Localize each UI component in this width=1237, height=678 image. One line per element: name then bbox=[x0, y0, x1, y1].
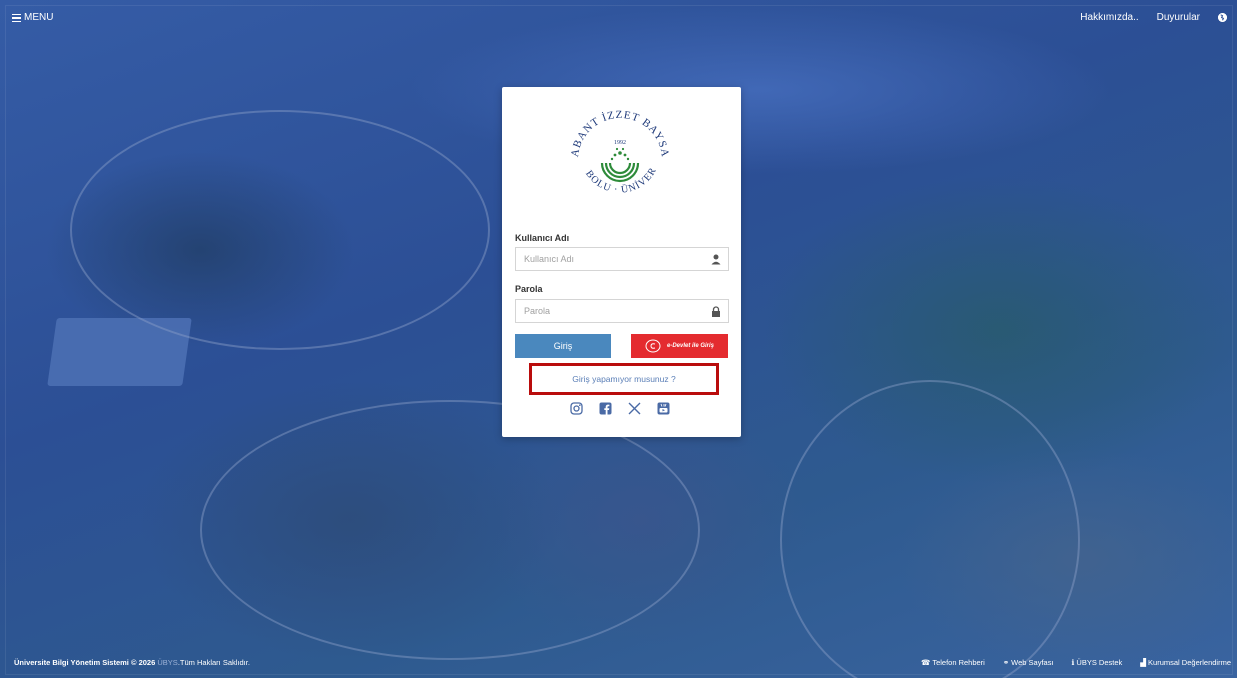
logo-year: 1992 bbox=[614, 140, 626, 146]
phone-directory-link[interactable]: ☎ Telefon Rehberi bbox=[921, 658, 985, 667]
institutional-evaluation-link[interactable]: ▟ Kurumsal Değerlendirme bbox=[1140, 658, 1231, 667]
facebook-icon[interactable] bbox=[599, 402, 612, 415]
forgot-login-link[interactable]: Giriş yapamıyor musunuz ? bbox=[529, 363, 719, 395]
footer-system-name: Üniversite Bilgi Yönetim Sistemi © 2026 bbox=[14, 658, 156, 667]
edevlet-login-button[interactable]: e-Devlet ile Giriş bbox=[631, 334, 728, 358]
password-label: Parola bbox=[515, 284, 543, 294]
password-input[interactable] bbox=[516, 306, 706, 316]
info-icon: ℹ bbox=[1071, 658, 1075, 667]
username-field[interactable] bbox=[515, 247, 729, 271]
footer-copyright: Üniversite Bilgi Yönetim Sistemi © 2026 … bbox=[14, 658, 250, 667]
website-label: Web Sayfası bbox=[1011, 658, 1054, 667]
ubys-support-link[interactable]: ℹ ÜBYS Destek bbox=[1072, 658, 1123, 667]
about-link[interactable]: Hakkımızda.. bbox=[1080, 12, 1138, 23]
link-icon: ⚭ bbox=[1002, 658, 1010, 667]
university-logo: ABANT İZZET BAYSAL BOLU · ÜNİVERSİTESİ 1… bbox=[564, 100, 670, 196]
menu-label: MENU bbox=[24, 12, 54, 23]
footer-ubys: ÜBYS bbox=[157, 658, 178, 667]
chart-icon: ▟ bbox=[1140, 658, 1147, 667]
institutional-evaluation-label: Kurumsal Değerlendirme bbox=[1148, 658, 1231, 667]
login-button[interactable]: Giriş bbox=[515, 334, 611, 358]
x-icon[interactable] bbox=[628, 402, 641, 415]
instagram-icon[interactable] bbox=[570, 402, 583, 415]
globe-icon[interactable] bbox=[1218, 13, 1227, 22]
phone-directory-label: Telefon Rehberi bbox=[932, 658, 985, 667]
edevlet-icon bbox=[645, 339, 661, 353]
announcements-link[interactable]: Duyurular bbox=[1157, 12, 1200, 23]
username-input[interactable] bbox=[516, 254, 706, 264]
forgot-login-label: Giriş yapamıyor musunuz ? bbox=[572, 374, 676, 384]
username-label: Kullanıcı Adı bbox=[515, 233, 570, 243]
edevlet-label: e-Devlet ile Giriş bbox=[666, 343, 715, 349]
password-field[interactable] bbox=[515, 299, 729, 323]
hamburger-icon bbox=[12, 13, 21, 22]
top-nav: Hakkımızda.. Duyurular bbox=[1080, 12, 1227, 23]
social-links bbox=[570, 402, 670, 415]
footer-rights: .Tüm Hakları Saklıdır. bbox=[177, 658, 250, 667]
user-icon bbox=[711, 254, 721, 265]
phone-icon: ☎ bbox=[920, 658, 931, 667]
website-link[interactable]: ⚭ Web Sayfası bbox=[1003, 658, 1054, 667]
youtube-icon[interactable] bbox=[657, 402, 670, 415]
lock-icon bbox=[712, 306, 720, 317]
login-card: ABANT İZZET BAYSAL BOLU · ÜNİVERSİTESİ 1… bbox=[502, 87, 741, 437]
ubys-support-label: ÜBYS Destek bbox=[1076, 658, 1123, 667]
menu-button[interactable]: MENU bbox=[12, 12, 53, 23]
footer-links: ☎ Telefon Rehberi ⚭ Web Sayfası ℹ ÜBYS Dest… bbox=[921, 658, 1231, 667]
